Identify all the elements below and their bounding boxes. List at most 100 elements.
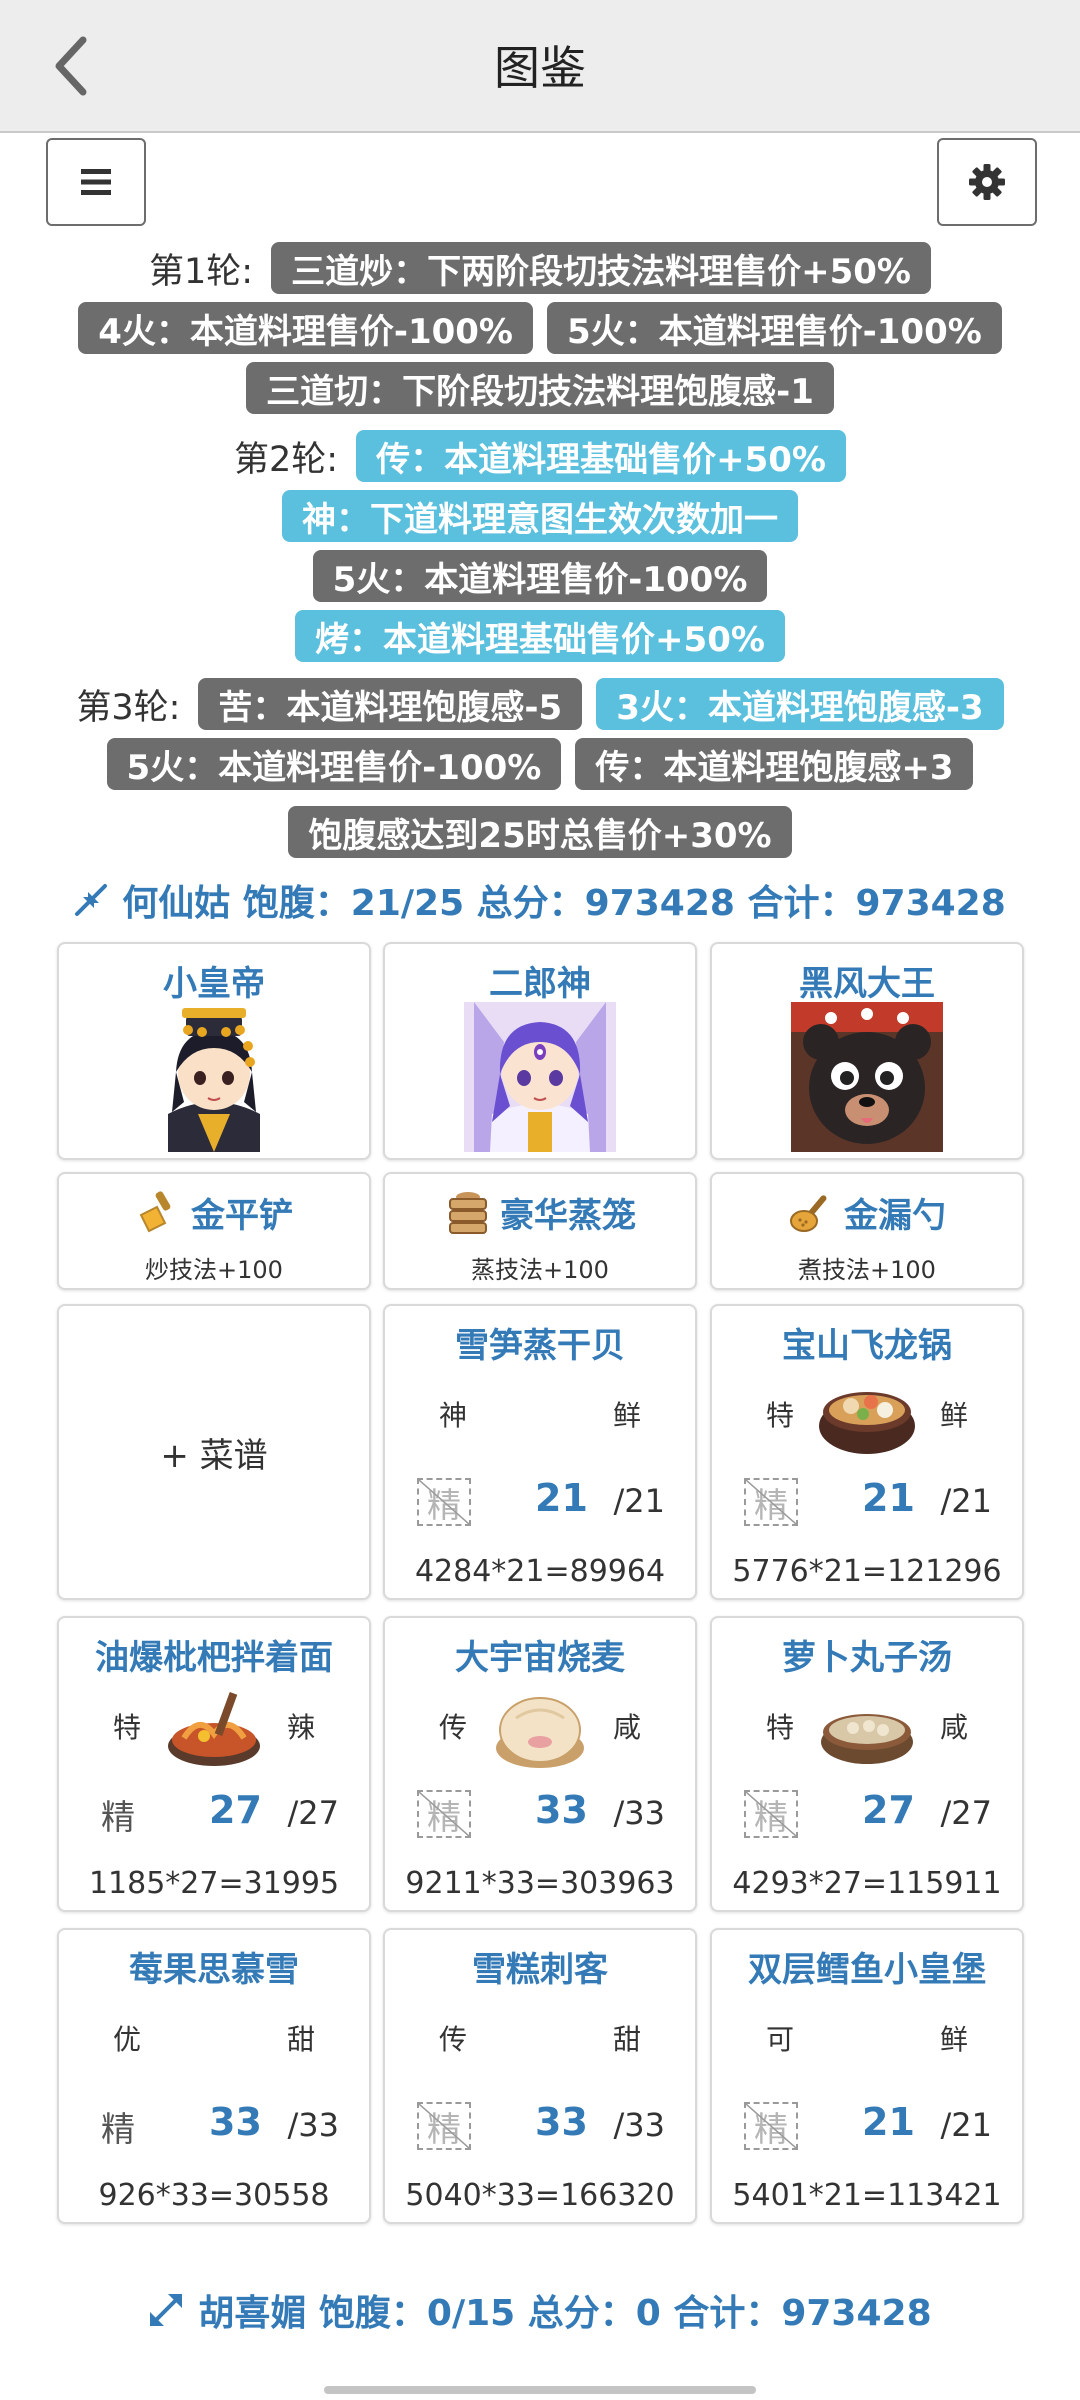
dish-flavor: 辣 [286, 1711, 315, 1744]
chef-card[interactable]: 小皇帝 [57, 942, 371, 1160]
rule-line: 第1轮: 三道炒：下两阶段切技法料理售价+50% [0, 238, 1080, 298]
round-rules: 第1轮: 三道炒：下两阶段切技法料理售价+50% 4火：本道料理售价-100% … [0, 238, 1080, 862]
dish-skill-toggle[interactable]: 精 [417, 1790, 471, 1838]
equip-header: 金平铲 [59, 1188, 369, 1237]
dish-quantity-max: /33 [287, 2106, 340, 2144]
chef-name: 小皇帝 [163, 964, 265, 1004]
rule-pill: 5火：本道料理售价-100% [312, 550, 768, 602]
rule-pill: 5火：本道料理售价-100% [547, 302, 1002, 354]
dish-quantity[interactable]: 21 [535, 1476, 588, 1520]
dish-flavor: 鲜 [939, 2023, 968, 2056]
emperor-chef-portrait [138, 1002, 290, 1152]
dish-flavor: 甜 [286, 2023, 315, 2056]
dish-name: 萝卜丸子汤 [782, 1638, 952, 1678]
dish-quantity[interactable]: 21 [862, 2100, 915, 2144]
strike-through-icon [419, 2104, 469, 2148]
strike-through-icon [746, 1792, 796, 1836]
rule-line: 第2轮: 传：本道料理基础售价+50% [0, 426, 1080, 486]
round-label: 第3轮: [76, 687, 181, 728]
add-recipe-button[interactable]: + 菜谱 [57, 1304, 371, 1600]
chef-card[interactable]: 二郎神 [383, 942, 697, 1160]
rule-line: 饱腹感达到25时总售价+30% [0, 802, 1080, 862]
player-summary[interactable]: 何仙姑 饱腹：21/25 总分：973428 合计：973428 [0, 872, 1080, 928]
strike-through-icon [746, 1480, 796, 1524]
equip-effect: 炒技法+100 [145, 1256, 283, 1284]
dish-score-formula: 5401*21=113421 [732, 2178, 1002, 2213]
dish-flavor: 咸 [939, 1711, 968, 1744]
equip-card[interactable]: 金平铲 炒技法+100 [57, 1172, 371, 1290]
rule-line: 4火：本道料理售价-100% 5火：本道料理售价-100% [0, 298, 1080, 358]
chef-card[interactable]: 黑风大王 [710, 942, 1024, 1160]
dish-quantity[interactable]: 33 [209, 2100, 262, 2144]
dish-skill-toggle[interactable]: 精 [744, 1790, 798, 1838]
dish-quantity-max: /21 [940, 1482, 993, 1520]
rule-pill: 传：本道料理基础售价+50% [356, 430, 846, 482]
equip-effect: 蒸技法+100 [471, 1256, 609, 1284]
dish-score-formula: 926*33=30558 [98, 2178, 330, 2213]
dish-name: 莓果思慕雪 [129, 1950, 299, 1990]
dish-card[interactable]: 雪笋蒸干贝 神 鲜 精 21 /21 4284*21=89964 [383, 1304, 697, 1600]
dish-rank: 传 [439, 2023, 468, 2056]
dish-quantity[interactable]: 21 [862, 1476, 915, 1520]
settings-button[interactable] [937, 138, 1037, 226]
dish-quantity-max: /21 [940, 2106, 993, 2144]
menu-button[interactable] [46, 138, 146, 226]
chef-name: 二郎神 [489, 964, 591, 1004]
dish-card[interactable]: 双层鳕鱼小皇堡 可 鲜 精 21 /21 5401*21=113421 [710, 1928, 1024, 2224]
dish-card[interactable]: 莓果思慕雪 优 甜 精 33 /33 926*33=30558 [57, 1928, 371, 2224]
strike-through-icon [746, 2104, 796, 2148]
rule-pill: 饱腹感达到25时总售价+30% [288, 806, 792, 858]
black-bear-chef-portrait [791, 1002, 943, 1152]
dish-card[interactable]: 萝卜丸子汤 特 咸 精 27 /27 4293*27=115911 [710, 1616, 1024, 1912]
dish-name: 雪糕刺客 [472, 1950, 608, 1990]
golden-ladle-icon [790, 1194, 827, 1232]
round-label: 第2轮: [234, 439, 339, 480]
dish-flavor: 甜 [612, 2023, 641, 2056]
rule-pill: 3火：本道料理饱腹感-3 [596, 678, 1004, 730]
strike-through-icon [419, 1480, 469, 1524]
dish-score-formula: 1185*27=31995 [88, 1866, 340, 1901]
dish-quantity[interactable]: 27 [209, 1788, 262, 1832]
dish-quantity[interactable]: 33 [535, 2100, 588, 2144]
rule-pill: 传：本道料理饱腹感+3 [575, 738, 974, 790]
equip-card[interactable]: 豪华蒸笼 蒸技法+100 [383, 1172, 697, 1290]
dish-score-formula: 5040*33=166320 [405, 2178, 675, 2213]
dish-score-formula: 9211*33=303963 [405, 1866, 675, 1901]
equip-name: 金平铲 [191, 1196, 293, 1236]
dish-skill-toggle[interactable]: 精 [417, 1478, 471, 1526]
dish-skill-toggle[interactable]: 精 [744, 1478, 798, 1526]
rule-line: 5火：本道料理售价-100% [0, 546, 1080, 606]
equip-card[interactable]: 金漏勺 煮技法+100 [710, 1172, 1024, 1290]
top-bar: 图鉴 [0, 0, 1080, 133]
player-summary[interactable]: 胡喜媚 饱腹：0/15 总分：0 合计：973428 [0, 2282, 1080, 2338]
dish-quantity[interactable]: 33 [535, 1788, 588, 1832]
dish-skill-toggle[interactable]: 精 [744, 2102, 798, 2150]
equip-name: 金漏勺 [844, 1196, 946, 1236]
rule-pill: 5火：本道料理售价-100% [106, 738, 562, 790]
dish-quantity[interactable]: 27 [862, 1788, 915, 1832]
golden-spatula-icon [139, 1190, 171, 1232]
dish-name: 雪笋蒸干贝 [455, 1326, 625, 1366]
dish-card[interactable]: 油爆枇杷拌着面 特 辣 精 27 /27 1185*27=31995 [57, 1616, 371, 1912]
rule-pill: 三道炒：下两阶段切技法料理售价+50% [271, 242, 931, 294]
rule-line: 5火：本道料理售价-100% 传：本道料理饱腹感+3 [0, 734, 1080, 794]
equip-effect: 煮技法+100 [798, 1256, 936, 1284]
add-recipe-label: + 菜谱 [160, 1435, 268, 1476]
dish-card[interactable]: 宝山飞龙锅 特 鲜 精 21 /21 5776*21=121296 [710, 1304, 1024, 1600]
dish-skill-toggle[interactable]: 精 [417, 2102, 471, 2150]
strike-through-icon [419, 1792, 469, 1836]
dish-skill-toggle[interactable]: 精 [91, 1790, 145, 1838]
dish-skill-toggle[interactable]: 精 [91, 2102, 145, 2150]
dish-card[interactable]: 雪糕刺客 传 甜 精 33 /33 5040*33=166320 [383, 1928, 697, 2224]
dish-score-formula: 5776*21=121296 [732, 1554, 1002, 1589]
soup-dish-image [821, 1714, 913, 1764]
equip-name: 豪华蒸笼 [500, 1196, 636, 1236]
dish-rank: 可 [766, 2023, 795, 2056]
hamburger-menu-icon [81, 169, 111, 195]
dish-quantity-max: /33 [613, 2106, 666, 2144]
home-indicator[interactable] [324, 2386, 756, 2394]
rule-pill: 苦：本道料理饱腹感-5 [198, 678, 583, 730]
dish-quantity-max: /27 [287, 1794, 340, 1832]
dish-rank: 传 [439, 1711, 468, 1744]
dish-card[interactable]: 大宇宙烧麦 传 咸 精 33 /33 9211*33=303963 [383, 1616, 697, 1912]
